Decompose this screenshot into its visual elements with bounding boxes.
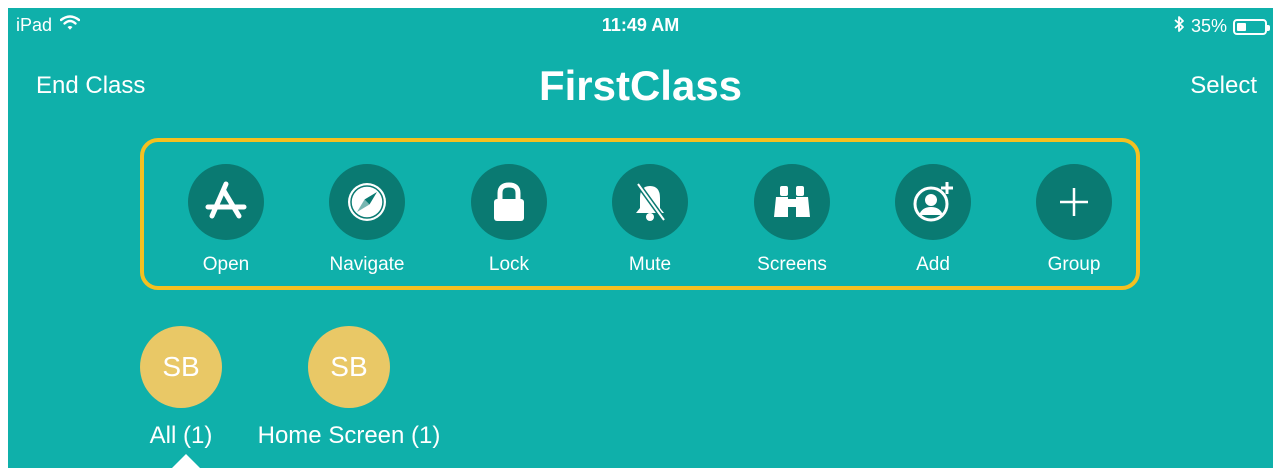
muted-bell-icon: [612, 164, 688, 240]
compass-icon: [329, 164, 405, 240]
add-person-icon: [895, 164, 971, 240]
screens-label: Screens: [757, 254, 827, 275]
app-store-icon: [188, 164, 264, 240]
screens-button[interactable]: Screens: [742, 164, 842, 276]
battery-percent: 35%: [1190, 16, 1227, 36]
open-button[interactable]: Open: [176, 164, 276, 276]
plus-icon: [1036, 164, 1112, 240]
group-all-label: All (1): [149, 422, 213, 449]
add-label: Add: [916, 254, 950, 275]
navigate-label: Navigate: [329, 254, 405, 275]
mute-label: Mute: [628, 254, 672, 275]
status-time: 11:49 AM: [601, 15, 680, 35]
avatar: SB: [307, 326, 390, 408]
lock-button[interactable]: Lock: [459, 164, 559, 276]
group-label: Group: [1047, 254, 1101, 275]
add-button[interactable]: Add: [883, 164, 983, 276]
status-bar: iPad 11:49 AM 35%: [8, 8, 1273, 42]
app-screen: iPad 11:49 AM 35% End Class FirstClass S…: [8, 8, 1273, 468]
navigate-button[interactable]: Navigate: [317, 164, 417, 276]
page-title: FirstClass: [538, 62, 743, 109]
lock-label: Lock: [488, 254, 530, 275]
lock-icon: [471, 164, 547, 240]
status-right: 35%: [1173, 15, 1270, 38]
group-home-screen-label: Home Screen (1): [257, 422, 441, 449]
binoculars-icon: [754, 164, 830, 240]
open-label: Open: [202, 254, 250, 275]
selection-pointer: [172, 454, 200, 468]
group-home-screen[interactable]: SB Home Screen (1): [257, 326, 441, 450]
battery-icon: [1233, 18, 1270, 35]
battery-fill: [1237, 22, 1247, 31]
mute-button[interactable]: Mute: [600, 164, 700, 276]
avatar: SB: [140, 326, 222, 408]
group-button[interactable]: Group: [1024, 164, 1124, 276]
group-all[interactable]: SB All (1): [140, 326, 222, 450]
select-button[interactable]: Select: [1190, 72, 1257, 100]
action-toolbar: Open Navigate Lock Mute Screens Add Grou…: [140, 138, 1140, 290]
bluetooth-icon: [1173, 15, 1185, 38]
